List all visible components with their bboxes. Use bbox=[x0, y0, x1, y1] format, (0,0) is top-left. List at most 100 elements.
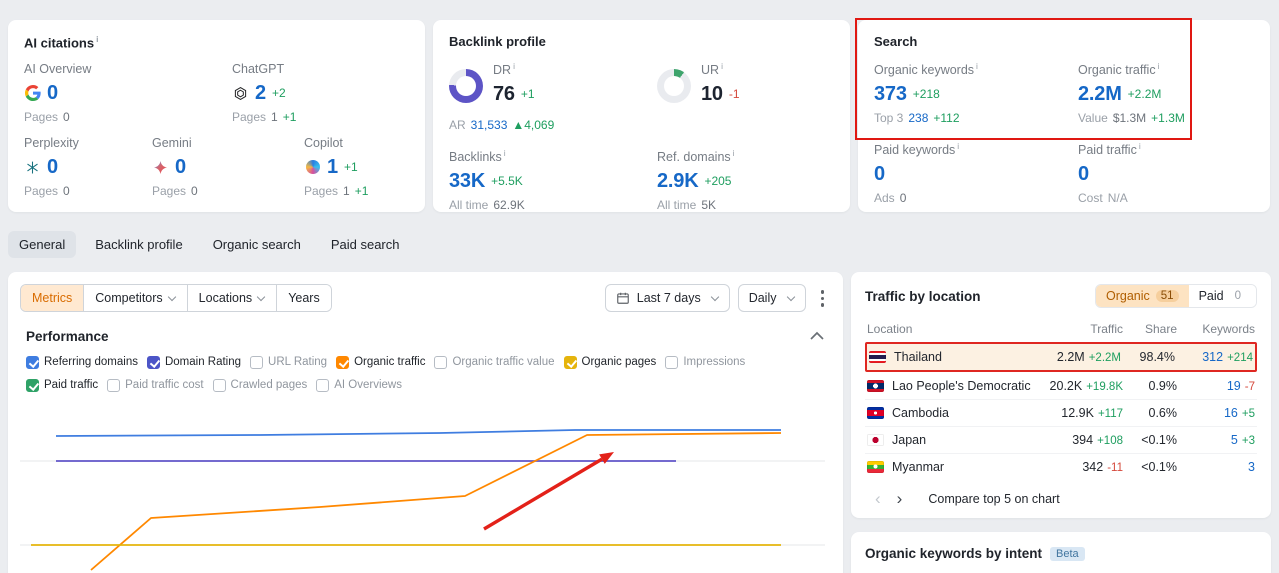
keywords-link[interactable]: 312 bbox=[1202, 350, 1223, 364]
paid-keywords-value[interactable]: 0 bbox=[874, 162, 885, 186]
metric-toggle-referring-domains[interactable]: Referring domains bbox=[26, 355, 138, 369]
keywords-link[interactable]: 3 bbox=[1248, 460, 1255, 474]
metric-toggle-paid-traffic-cost[interactable]: Paid traffic cost bbox=[107, 378, 204, 392]
organic-toggle[interactable]: Organic 51 bbox=[1095, 285, 1189, 307]
traffic-value: 342 bbox=[1082, 460, 1104, 474]
summary-cards: AI citations AI Overview 0 Pages 0 ChatG… bbox=[8, 20, 1270, 212]
tab-paid-search[interactable]: Paid search bbox=[320, 231, 411, 258]
keywords-link[interactable]: 16 bbox=[1224, 406, 1238, 420]
traffic-delta: +108 bbox=[1097, 435, 1123, 447]
ai-item-label: AI Overview bbox=[24, 62, 92, 77]
perplexity-icon bbox=[24, 159, 41, 176]
organic-keywords-value[interactable]: 373 bbox=[874, 82, 907, 106]
ref-domains-delta: +205 bbox=[704, 174, 732, 189]
ref-domains-value[interactable]: 2.9K bbox=[657, 169, 699, 193]
segment-locations[interactable]: Locations bbox=[186, 285, 277, 312]
organic-keywords-delta: +218 bbox=[912, 87, 940, 102]
paid-traffic-stat: Paid traffic 0 Cost N/A bbox=[1078, 141, 1254, 205]
column-traffic: Traffic bbox=[1090, 322, 1123, 336]
paid-toggle[interactable]: Paid 0 bbox=[1188, 285, 1256, 307]
metric-label: Organic traffic bbox=[354, 356, 426, 368]
metric-toggle-organic-traffic-value[interactable]: Organic traffic value bbox=[434, 355, 555, 369]
location-row-japan[interactable]: Japan 394 +108 <0.1% 5 +3 bbox=[865, 426, 1257, 453]
location-table-footer: ‹ › Compare top 5 on chart bbox=[865, 490, 1257, 507]
pages-value: 0 bbox=[191, 184, 198, 199]
traffic-value-label: Value bbox=[1078, 111, 1108, 126]
segment-metrics[interactable]: Metrics bbox=[21, 285, 84, 312]
chatgpt-icon bbox=[232, 85, 249, 102]
pages-value: 1 bbox=[343, 184, 350, 199]
organic-keywords-label: Organic keywords bbox=[874, 61, 1078, 77]
metric-toggle-crawled-pages[interactable]: Crawled pages bbox=[212, 378, 308, 392]
metric-label: Domain Rating bbox=[164, 356, 242, 368]
organic-traffic-label: Organic traffic bbox=[1078, 61, 1254, 77]
checkbox-icon bbox=[212, 378, 226, 392]
metric-toggle-impressions[interactable]: Impressions bbox=[665, 355, 745, 369]
metric-toggle-ai-overviews[interactable]: AI Overviews bbox=[316, 378, 402, 392]
ar-value[interactable]: 31,533 bbox=[471, 118, 508, 132]
metric-toggle-domain-rating[interactable]: Domain Rating bbox=[146, 355, 242, 369]
location-row-thailand[interactable]: Thailand 2.2M +2.2M 98.4% 312 +214 bbox=[865, 342, 1257, 372]
performance-title: Performance bbox=[26, 328, 109, 344]
location-name: Thailand bbox=[894, 350, 942, 364]
compare-top5-link[interactable]: Compare top 5 on chart bbox=[928, 492, 1059, 506]
ai-citations-card: AI citations AI Overview 0 Pages 0 ChatG… bbox=[8, 20, 425, 212]
next-page-icon[interactable]: › bbox=[889, 490, 911, 507]
google-icon bbox=[24, 85, 41, 102]
keywords-link[interactable]: 19 bbox=[1227, 379, 1241, 393]
column-share: Share bbox=[1144, 322, 1177, 336]
chevron-down-icon bbox=[786, 292, 795, 301]
backlinks-value[interactable]: 33K bbox=[449, 169, 485, 193]
traffic-value: 394 bbox=[1072, 433, 1094, 447]
ai-pages-delta: +1 bbox=[282, 110, 297, 125]
more-options-icon[interactable] bbox=[814, 284, 832, 313]
keywords-link[interactable]: 5 bbox=[1231, 433, 1238, 447]
ai-item-value[interactable]: 1 bbox=[327, 155, 338, 179]
metric-toggle-organic-traffic[interactable]: Organic traffic bbox=[336, 355, 426, 369]
granularity-button[interactable]: Daily bbox=[737, 284, 806, 313]
pages-value: 0 bbox=[63, 184, 70, 199]
segment-years[interactable]: Years bbox=[276, 285, 331, 312]
ai-pages-delta: +1 bbox=[354, 184, 369, 199]
search-title: Search bbox=[874, 34, 918, 49]
location-row-cambodia[interactable]: Cambodia 12.9K +117 0.6% 16 +5 bbox=[865, 399, 1257, 426]
backlink-profile-card: Backlink profile DR 76 +1 AR 31,533 bbox=[433, 20, 850, 212]
calendar-icon bbox=[616, 293, 629, 305]
ai-item-value[interactable]: 0 bbox=[47, 155, 58, 179]
chevron-down-icon bbox=[710, 292, 719, 301]
ai-item-value[interactable]: 2 bbox=[255, 81, 266, 105]
traffic-by-location-card: Traffic by location Organic 51 Paid 0 Lo… bbox=[851, 272, 1271, 518]
keywords-delta: +5 bbox=[1241, 408, 1255, 420]
checkbox-icon bbox=[316, 378, 330, 392]
segment-competitors[interactable]: Competitors bbox=[83, 285, 187, 312]
paid-traffic-value[interactable]: 0 bbox=[1078, 162, 1089, 186]
ai-citation-item: AI Overview 0 Pages 0 bbox=[24, 62, 232, 124]
chart-toolbar: Metrics Competitors Locations Years Last 7 … bbox=[20, 284, 831, 313]
metric-toggle-paid-traffic[interactable]: Paid traffic bbox=[26, 378, 98, 392]
organic-traffic-value[interactable]: 2.2M bbox=[1078, 82, 1122, 106]
tab-organic-search[interactable]: Organic search bbox=[202, 231, 312, 258]
top3-value[interactable]: 238 bbox=[908, 111, 928, 125]
location-row-myanmar[interactable]: Myanmar 342 -11 <0.1% 3 bbox=[865, 453, 1257, 480]
location-row-laos[interactable]: Lao People's Democratic Reput 20.2K+19.8… bbox=[865, 372, 1257, 399]
prev-page-icon[interactable]: ‹ bbox=[867, 490, 889, 507]
ai-item-label: Perplexity bbox=[24, 136, 79, 151]
ai-citation-item: Perplexity 0 Pages 0 bbox=[24, 136, 152, 198]
dr-value: 76 bbox=[493, 83, 515, 106]
ai-item-value[interactable]: 0 bbox=[47, 81, 58, 105]
tab-general[interactable]: General bbox=[8, 231, 77, 258]
metric-label: Crawled pages bbox=[230, 379, 308, 391]
ai-item-delta: +1 bbox=[343, 160, 358, 175]
traffic-delta: +2.2M bbox=[1088, 352, 1121, 364]
share-value: <0.1% bbox=[1141, 433, 1177, 447]
metric-toggle-organic-pages[interactable]: Organic pages bbox=[563, 355, 656, 369]
column-location: Location bbox=[867, 322, 913, 336]
tab-backlink-profile[interactable]: Backlink profile bbox=[84, 231, 193, 258]
collapse-chevron-up-icon[interactable] bbox=[809, 331, 825, 341]
flag-thailand-icon bbox=[869, 351, 886, 363]
ai-item-value[interactable]: 0 bbox=[175, 155, 186, 179]
metric-toggle-url-rating[interactable]: URL Rating bbox=[250, 355, 327, 369]
traffic-value: 12.9K bbox=[1061, 406, 1094, 420]
date-range-button[interactable]: Last 7 days bbox=[604, 284, 730, 313]
gemini-icon bbox=[152, 159, 169, 176]
